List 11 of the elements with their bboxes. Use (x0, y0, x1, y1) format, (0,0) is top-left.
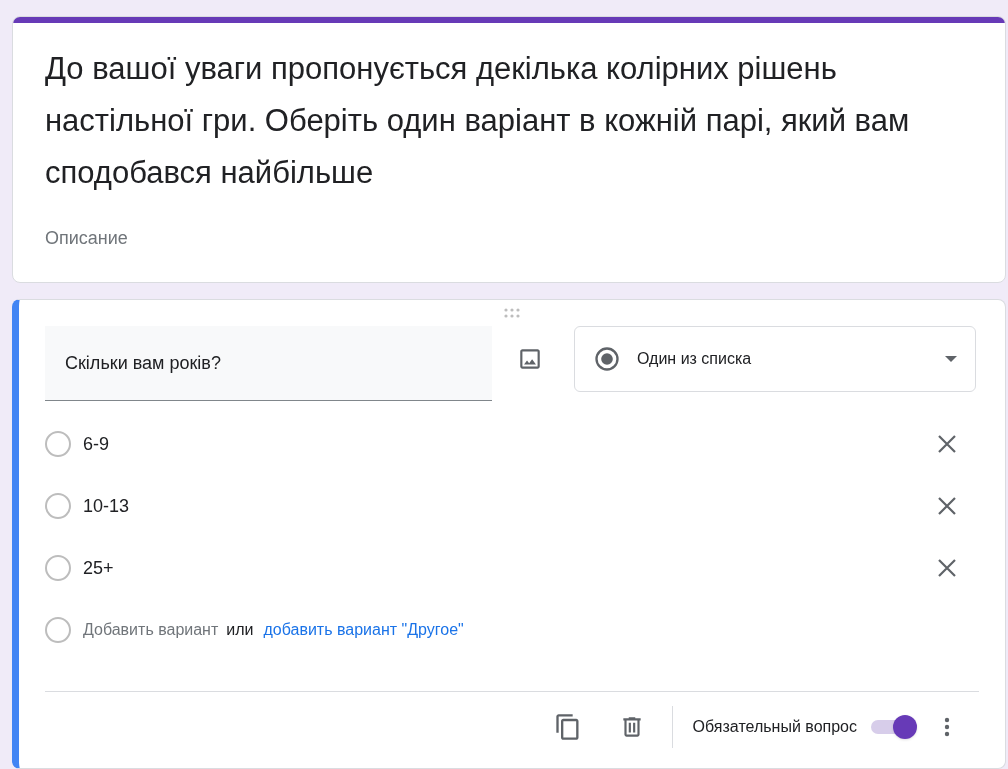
or-text: или (226, 620, 254, 641)
description-field[interactable]: Описание (45, 225, 985, 253)
option-label[interactable]: 25+ (83, 554, 935, 582)
option-label[interactable]: 10-13 (83, 492, 935, 520)
option-label[interactable]: 6-9 (83, 430, 935, 458)
form-title[interactable]: До вашої уваги пропонується декілька колірних рішень настільної гри. Оберіть один варіант в кожній парі, який вам сподобався найбільше (45, 43, 975, 200)
question-title-field[interactable]: Скільки вам років? (45, 326, 492, 402)
question-type-dropdown[interactable]: Один из списка (574, 326, 976, 393)
required-label: Обязательный вопрос (692, 717, 857, 737)
add-option-field[interactable]: Добавить вариант (83, 618, 219, 643)
add-other-link[interactable]: добавить вариант "Другое" (263, 618, 464, 643)
